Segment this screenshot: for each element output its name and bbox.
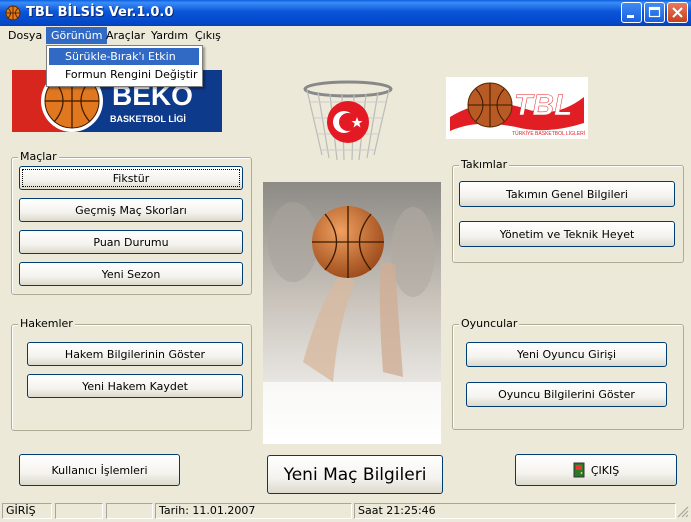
basketball-photo: [263, 182, 441, 444]
menu-yardim[interactable]: Yardım: [146, 27, 193, 44]
menu-item-surukle-birak[interactable]: Sürükle-Bırak'ı Etkin: [49, 48, 199, 65]
takimin-genel-bilgileri-button[interactable]: Takımın Genel Bilgileri: [459, 181, 675, 207]
menu-gorunum[interactable]: Görünüm: [46, 27, 108, 44]
cikis-button-label: ÇIKIŞ: [590, 463, 620, 477]
puan-durumu-button[interactable]: Puan Durumu: [19, 230, 243, 254]
window-title: TBL BİLSİS Ver.1.0.0: [26, 5, 174, 20]
exit-door-icon: [573, 462, 585, 478]
yonetim-teknik-heyet-button[interactable]: Yönetim ve Teknik Heyet: [459, 221, 675, 247]
gecmis-mac-skorlari-button[interactable]: Geçmiş Maç Skorları: [19, 198, 243, 222]
menu-cikis[interactable]: Çıkış: [190, 27, 226, 44]
yeni-hakem-kaydet-button[interactable]: Yeni Hakem Kaydet: [27, 374, 243, 398]
status-panel-empty-1: [55, 503, 103, 519]
oyuncular-group-label: Oyuncular: [459, 317, 520, 330]
gorunum-dropdown: Sürükle-Bırak'ı Etkin Formun Rengini Değ…: [46, 45, 203, 87]
yeni-oyuncu-girisi-button[interactable]: Yeni Oyuncu Girişi: [466, 342, 667, 367]
cikis-button[interactable]: ÇIKIŞ: [515, 454, 677, 486]
kullanici-islemleri-button[interactable]: Kullanıcı İşlemleri: [19, 454, 180, 486]
takimlar-group: Takımlar: [452, 158, 684, 263]
menu-item-form-rengi[interactable]: Formun Rengini Değiştir: [49, 66, 199, 83]
oyuncular-group: Oyuncular: [452, 317, 684, 430]
close-icon: [672, 7, 683, 18]
takimlar-group-label: Takımlar: [459, 158, 510, 171]
hakem-bilgileri-goster-button[interactable]: Hakem Bilgilerinin Göster: [27, 342, 243, 366]
maximize-icon: [648, 6, 661, 18]
tbl-logo-text: TBL: [514, 89, 572, 122]
resize-grip-icon[interactable]: [677, 506, 689, 518]
status-bar: GİRİŞ Tarih: 11.01.2007 Saat 21:25:46: [0, 501, 691, 522]
basket-hoop-logo: [303, 80, 393, 161]
minimize-button[interactable]: [621, 2, 642, 23]
status-panel-empty-2: [106, 503, 153, 519]
menu-bar: Dosya Görünüm Araçlar Yardım Çıkış: [0, 26, 691, 45]
oyuncu-bilgileri-goster-button[interactable]: Oyuncu Bilgilerini Göster: [466, 382, 667, 407]
yeni-sezon-button[interactable]: Yeni Sezon: [19, 262, 243, 286]
basketball-app-icon: [5, 5, 21, 21]
minimize-icon: [627, 15, 634, 18]
beko-logo-subtext: BASKETBOL LİGİ: [110, 114, 186, 124]
maximize-button[interactable]: [644, 2, 665, 23]
maclar-group-label: Maçlar: [18, 150, 59, 163]
status-date: Tarih: 11.01.2007: [155, 503, 352, 519]
menu-dosya[interactable]: Dosya: [3, 27, 47, 44]
yeni-mac-bilgileri-button[interactable]: Yeni Maç Bilgileri: [267, 455, 443, 494]
status-mode: GİRİŞ: [2, 503, 52, 519]
menu-araclar[interactable]: Araçlar: [101, 27, 150, 44]
main-window: TBL BİLSİS Ver.1.0.0 Dosya Görünüm Araçl…: [0, 0, 691, 522]
status-time: Saat 21:25:46: [354, 503, 676, 519]
close-button[interactable]: [667, 2, 688, 23]
hakemler-group-label: Hakemler: [18, 317, 75, 330]
tbl-logo-subtext: TÜRKİYE BASKETBOL LİGLERİ: [512, 130, 585, 137]
title-bar[interactable]: TBL BİLSİS Ver.1.0.0: [0, 0, 691, 26]
tbl-logo: TBL TÜRKİYE BASKETBOL LİGLERİ: [446, 77, 588, 139]
fikstur-button[interactable]: Fikstür: [19, 166, 243, 190]
